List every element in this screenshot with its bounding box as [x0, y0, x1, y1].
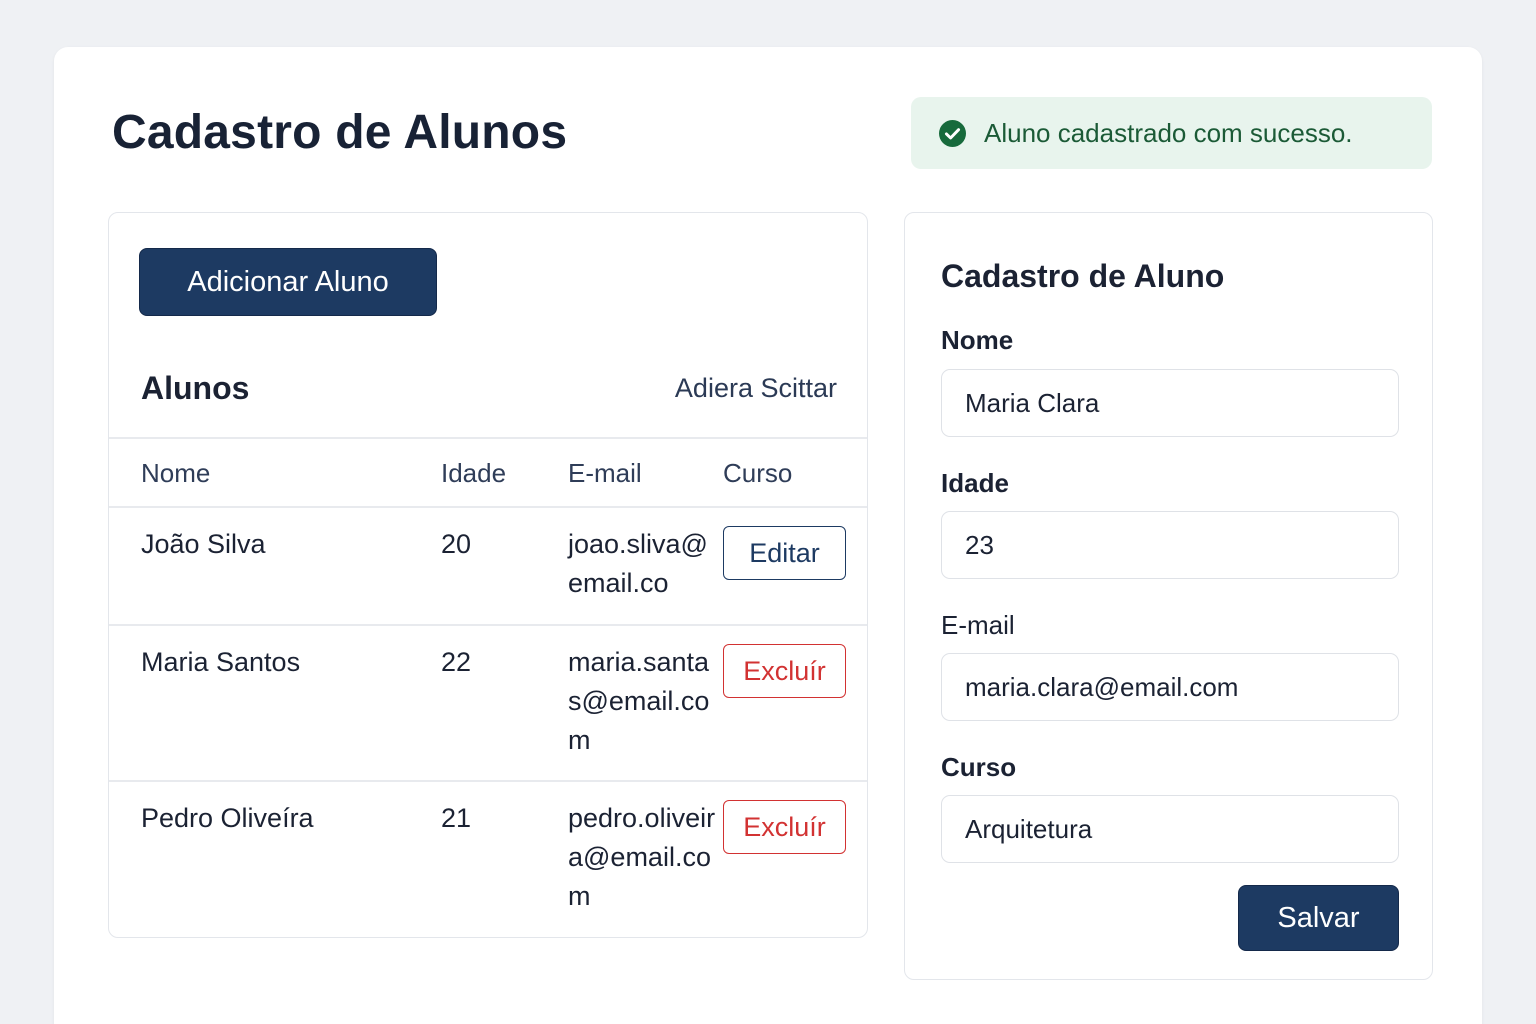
- cell-idade: 20: [441, 529, 472, 559]
- column-header-nome: Nome: [141, 458, 211, 488]
- nome-field[interactable]: [941, 369, 1399, 437]
- cell-nome: Pedro Oliveíra: [141, 803, 314, 833]
- column-header-email: E-mail: [568, 458, 642, 488]
- form-heading: Cadastro de Aluno: [941, 258, 1225, 294]
- student-form-panel: Cadastro de Aluno Nome Idade E-mail Curs…: [904, 212, 1433, 980]
- cell-email: pedro.oliveira@email.com: [568, 803, 716, 911]
- students-list-panel: Adicionar Aluno Alunos Adiera Scittar No…: [108, 212, 868, 938]
- curso-field[interactable]: [941, 795, 1399, 863]
- check-circle-icon: [939, 119, 966, 147]
- cell-nome: João Silva: [141, 529, 266, 559]
- delete-button[interactable]: Excluír: [723, 644, 846, 698]
- email-label: E-mail: [941, 610, 1015, 640]
- cell-email: maria.santas@email.com: [568, 647, 710, 755]
- cell-idade: 22: [441, 647, 472, 677]
- list-heading: Alunos: [141, 370, 250, 406]
- cell-email: joao.sliva@email.co: [568, 529, 708, 598]
- email-field[interactable]: [941, 653, 1399, 721]
- idade-field[interactable]: [941, 511, 1399, 579]
- idade-label: Idade: [941, 468, 1009, 498]
- cell-idade: 21: [441, 803, 472, 833]
- main-card: Cadastro de Alunos Aluno cadastrado com …: [54, 47, 1482, 1024]
- divider: [109, 437, 867, 439]
- table-row: Pedro Oliveíra 21 pedro.oliveira@email.c…: [109, 780, 867, 936]
- success-alert: Aluno cadastrado com sucesso.: [911, 97, 1432, 169]
- nome-label: Nome: [941, 325, 1014, 355]
- table-row: Maria Santos 22 maria.santas@email.com E…: [109, 624, 867, 780]
- cell-nome: Maria Santos: [141, 647, 301, 677]
- column-header-idade: Idade: [441, 458, 507, 488]
- add-student-button[interactable]: Adicionar Aluno: [139, 248, 437, 316]
- delete-button[interactable]: Excluír: [723, 800, 846, 854]
- alert-message: Aluno cadastrado com sucesso.: [984, 117, 1353, 148]
- table-row: João Silva 20 joao.sliva@email.co Editar: [109, 506, 867, 624]
- save-button[interactable]: Salvar: [1238, 885, 1399, 951]
- page-title: Cadastro de Alunos: [112, 106, 568, 159]
- column-header-curso: Curso: [723, 458, 793, 488]
- curso-label: Curso: [941, 752, 1017, 782]
- edit-button[interactable]: Editar: [723, 526, 846, 580]
- list-header-link[interactable]: Adiera Scittar: [675, 373, 837, 404]
